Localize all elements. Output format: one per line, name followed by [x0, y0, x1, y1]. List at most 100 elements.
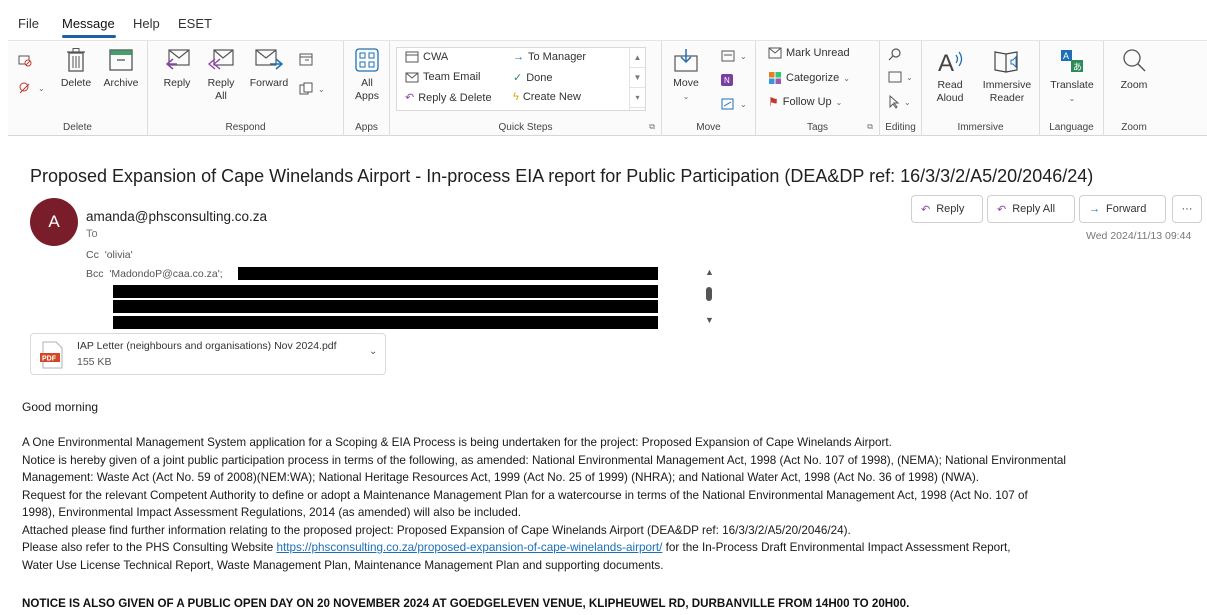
read-aloud-icon: A	[938, 50, 963, 75]
more-actions-button[interactable]: ···	[1172, 195, 1202, 223]
forward-action-button[interactable]: → Forward	[1079, 195, 1166, 223]
cc-label: Cc	[86, 249, 99, 261]
website-link[interactable]: https://phsconsulting.co.za/proposed-exp…	[276, 541, 662, 554]
categorize-button[interactable]: Categorize ⌄	[768, 71, 850, 85]
zoom-button[interactable]: Zoom	[1110, 47, 1158, 92]
quick-steps-scroll[interactable]: ▲ ▼ ▾	[629, 48, 645, 110]
rules-icon	[721, 50, 735, 62]
quick-step-create-new-label: Create New	[522, 91, 581, 103]
recipients-scrollbar-thumb[interactable]	[706, 287, 712, 301]
quick-step-cwa[interactable]: CWA	[405, 51, 448, 63]
chevron-down-icon[interactable]: ⌄	[369, 346, 377, 357]
forward-button[interactable]: Forward	[244, 47, 294, 90]
scroll-up-icon[interactable]: ▲	[630, 48, 645, 68]
actions-button[interactable]: ⌄	[720, 97, 747, 111]
zoom-label: Zoom	[1120, 79, 1148, 91]
tags-group: Mark Unread Categorize ⌄ ⚑ Follow Up ⌄ ⧉ T…	[756, 41, 880, 136]
reply-action-button[interactable]: ↶ Reply	[911, 195, 983, 223]
sender-address[interactable]: amanda@phsconsulting.co.za	[86, 209, 267, 224]
find-button[interactable]	[888, 47, 902, 61]
move-group-label: Move	[696, 122, 721, 133]
quick-step-team-email[interactable]: Team Email	[405, 71, 480, 83]
attachment-card[interactable]: PDF IAP Letter (neighbours and organisat…	[30, 333, 386, 375]
delete-button[interactable]: Delete	[56, 47, 96, 90]
menu-message[interactable]: Message	[62, 16, 115, 31]
cc-recipient[interactable]: 'olivia'	[105, 249, 133, 261]
body-line: Notice is hereby given of a joint public…	[22, 453, 1066, 467]
menu-help[interactable]: Help	[133, 16, 160, 31]
active-tab-indicator	[62, 35, 116, 38]
all-apps-label-1: All	[361, 77, 373, 89]
mark-unread-button[interactable]: Mark Unread	[768, 47, 850, 59]
reply-button[interactable]: Reply	[156, 47, 198, 90]
immersive-reader-label-1: Immersive	[982, 79, 1032, 91]
cleanup-button[interactable]: ⌄	[18, 81, 45, 95]
reply-all-action-button[interactable]: ↶ Reply All	[987, 195, 1075, 223]
body-line: Management: Waste Act (Act No. 59 of 200…	[22, 471, 980, 484]
move-dropdown-icon: ⌄	[682, 92, 690, 101]
redacted-recipients-2	[113, 285, 658, 298]
reply-label: Reply	[163, 77, 191, 89]
trash-icon	[67, 48, 85, 72]
menu-eset[interactable]: ESET	[178, 16, 212, 31]
menu-file[interactable]: File	[18, 16, 39, 31]
categorize-icon	[769, 72, 781, 84]
language-group-label: Language	[1049, 122, 1094, 133]
avatar[interactable]: A	[30, 198, 78, 246]
move-icon	[674, 49, 698, 72]
attachment-name: IAP Letter (neighbours and organisations…	[77, 340, 337, 352]
onenote-button[interactable]: N	[720, 73, 734, 87]
rules-button[interactable]: ⌄	[720, 49, 747, 63]
recipients-scroll-down-icon[interactable]: ▼	[705, 315, 714, 325]
tags-group-label: Tags	[806, 122, 829, 133]
translate-button[interactable]: Aあ Translate ⌄	[1046, 47, 1098, 105]
redacted-recipients-4	[113, 316, 658, 329]
forward-label: Forward	[249, 77, 289, 89]
move-button[interactable]: Move ⌄	[666, 47, 706, 103]
language-group: Aあ Translate ⌄ Language	[1040, 41, 1104, 136]
more-respond-button[interactable]: ⌄	[298, 81, 325, 97]
reply-all-button[interactable]: Reply All	[200, 47, 242, 103]
cc-line: Cc 'olivia'	[86, 249, 133, 261]
immersive-group-label: Immersive	[957, 122, 1004, 133]
reply-action-label: Reply	[936, 203, 965, 215]
search-icon	[888, 48, 901, 61]
apps-group: All Apps Apps	[344, 41, 390, 136]
quick-step-create-new[interactable]: ϟ Create New	[513, 91, 581, 103]
quick-step-to-manager[interactable]: → To Manager	[513, 51, 586, 63]
bcc-recipient[interactable]: 'MadondoP@caa.co.za';	[109, 268, 222, 280]
body-line: Attached please find further information…	[22, 523, 851, 537]
ignore-button[interactable]	[18, 53, 32, 67]
quick-steps-group-label: Quick Steps	[498, 122, 553, 133]
cursor-button[interactable]: ⌄	[888, 95, 911, 109]
immersive-reader-label-2: Reader	[989, 92, 1025, 104]
respond-group-label: Respond	[225, 122, 266, 133]
read-aloud-button[interactable]: A Read Aloud	[930, 47, 970, 105]
all-apps-label-2: Apps	[355, 90, 379, 102]
quick-step-done[interactable]: ✓ Done	[513, 71, 553, 85]
all-apps-button[interactable]: All Apps	[348, 47, 386, 103]
translate-label: Translate	[1050, 79, 1094, 91]
follow-up-button[interactable]: ⚑ Follow Up ⌄	[768, 95, 842, 109]
archive-button[interactable]: Archive	[98, 47, 144, 90]
reply-all-arrow-icon: ↶	[997, 203, 1007, 216]
forward-arrow-icon: →	[1089, 203, 1100, 215]
cleanup-icon	[19, 82, 30, 94]
recipients-scroll-up-icon[interactable]: ▲	[705, 267, 714, 277]
reply-all-action-label: Reply All	[1012, 203, 1056, 215]
read-aloud-label-2: Aloud	[936, 92, 964, 104]
expand-gallery-icon[interactable]: ▾	[630, 88, 645, 108]
ribbon: ⌄ Delete Archive Delete Reply Reply All …	[8, 40, 1207, 136]
zoom-icon	[1123, 49, 1146, 72]
move-label: Move	[673, 77, 699, 89]
email-subject: Proposed Expansion of Cape Winelands Air…	[30, 166, 1094, 186]
immersive-group: A Read Aloud Immersive Reader Immersive	[922, 41, 1040, 136]
meeting-button[interactable]	[298, 51, 314, 67]
quick-step-reply-delete[interactable]: ↶ Reply & Delete	[405, 91, 492, 105]
immersive-reader-button[interactable]: Immersive Reader	[978, 47, 1036, 105]
reply-icon	[165, 49, 190, 70]
reply-all-label-1: Reply	[207, 77, 235, 89]
svg-text:N: N	[724, 76, 730, 85]
scroll-down-icon[interactable]: ▼	[630, 68, 645, 88]
select-button[interactable]: ⌄	[888, 71, 913, 83]
